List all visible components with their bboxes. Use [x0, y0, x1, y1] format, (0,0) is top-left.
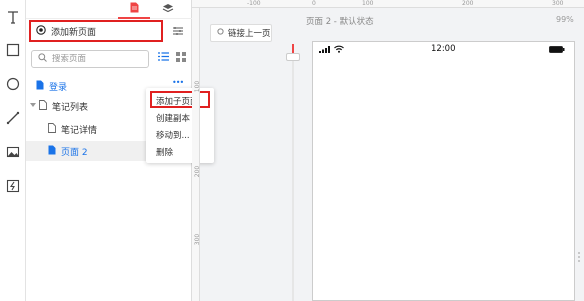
ruler-tick: -100 [247, 0, 261, 7]
tree-item-label: 笔记列表 [52, 102, 89, 113]
menu-item-delete[interactable]: 删除 [156, 146, 173, 158]
text-tool-icon[interactable] [5, 9, 21, 25]
image-tool-icon[interactable] [5, 144, 21, 160]
panel-tabs [26, 0, 192, 19]
zoom-level[interactable]: 99% [556, 15, 574, 24]
add-circle-icon [36, 24, 46, 38]
rectangle-tool-icon[interactable] [5, 42, 21, 58]
hotspot-tool-icon[interactable] [5, 178, 21, 194]
menu-item-duplicate[interactable]: 创建副本 [156, 112, 190, 124]
battery-icon [549, 46, 565, 56]
link-previous-page-button[interactable]: 链接上一页 [210, 24, 272, 42]
wifi-icon [334, 45, 344, 56]
ruler-tick: 200 [462, 0, 474, 7]
search-box[interactable] [31, 50, 149, 68]
left-toolbar [0, 0, 26, 301]
ruler-tick: 300 [194, 233, 202, 246]
tree-item-label: 笔记详情 [61, 125, 98, 136]
more-options-icon[interactable]: ••• [172, 78, 184, 87]
resize-handle-icon[interactable] [576, 250, 584, 264]
ruler-tick: 100 [362, 0, 374, 7]
ruler-tick: 0 [312, 0, 316, 7]
page-icon [39, 99, 47, 113]
search-icon [38, 53, 47, 65]
context-menu: 添加子页面 创建副本 移动到... 删除 [146, 88, 214, 163]
status-bar: 12:00 [313, 42, 576, 58]
ruler-tick: 200 [194, 165, 202, 178]
ellipse-tool-icon[interactable] [5, 76, 21, 92]
grid-view-icon [176, 51, 186, 65]
grid-view-button[interactable] [174, 51, 188, 65]
ruler-tick: 300 [552, 0, 564, 7]
scroll-slider-handle[interactable] [286, 53, 300, 61]
link-previous-page-label: 链接上一页 [228, 29, 271, 39]
sort-options-icon[interactable] [172, 25, 184, 37]
tree-item-label: 页面 2 [61, 147, 88, 158]
expand-chevron-icon[interactable] [30, 101, 36, 111]
tab-layers[interactable] [158, 1, 178, 19]
ruler-top: -100 0 100 200 300 [192, 0, 584, 8]
add-new-page-button[interactable]: 添加新页面 [29, 20, 163, 42]
device-title: 页面 2 - 默认状态 [306, 17, 374, 27]
status-time: 12:00 [431, 44, 456, 54]
tree-item-label: 登录 [49, 82, 68, 93]
list-view-button[interactable] [156, 51, 170, 65]
search-input[interactable] [52, 54, 142, 64]
page-file-icon [130, 2, 139, 16]
add-new-page-label: 添加新页面 [51, 27, 97, 38]
list-view-icon [157, 52, 169, 64]
page-icon [36, 80, 44, 93]
menu-item-move-to[interactable]: 移动到... [156, 129, 190, 141]
page-icon [48, 122, 56, 136]
tab-pages[interactable] [118, 1, 150, 19]
page-icon [48, 145, 56, 158]
ruler-left: 100 200 300 [192, 8, 202, 301]
phone-canvas[interactable]: 12:00 [312, 41, 575, 301]
radio-circle-icon [217, 28, 224, 38]
line-tool-icon[interactable] [5, 110, 21, 126]
scroll-slider-track[interactable] [292, 44, 294, 301]
signal-icon [319, 46, 331, 56]
layers-icon [162, 3, 174, 17]
ruler-tick: 100 [194, 80, 202, 93]
